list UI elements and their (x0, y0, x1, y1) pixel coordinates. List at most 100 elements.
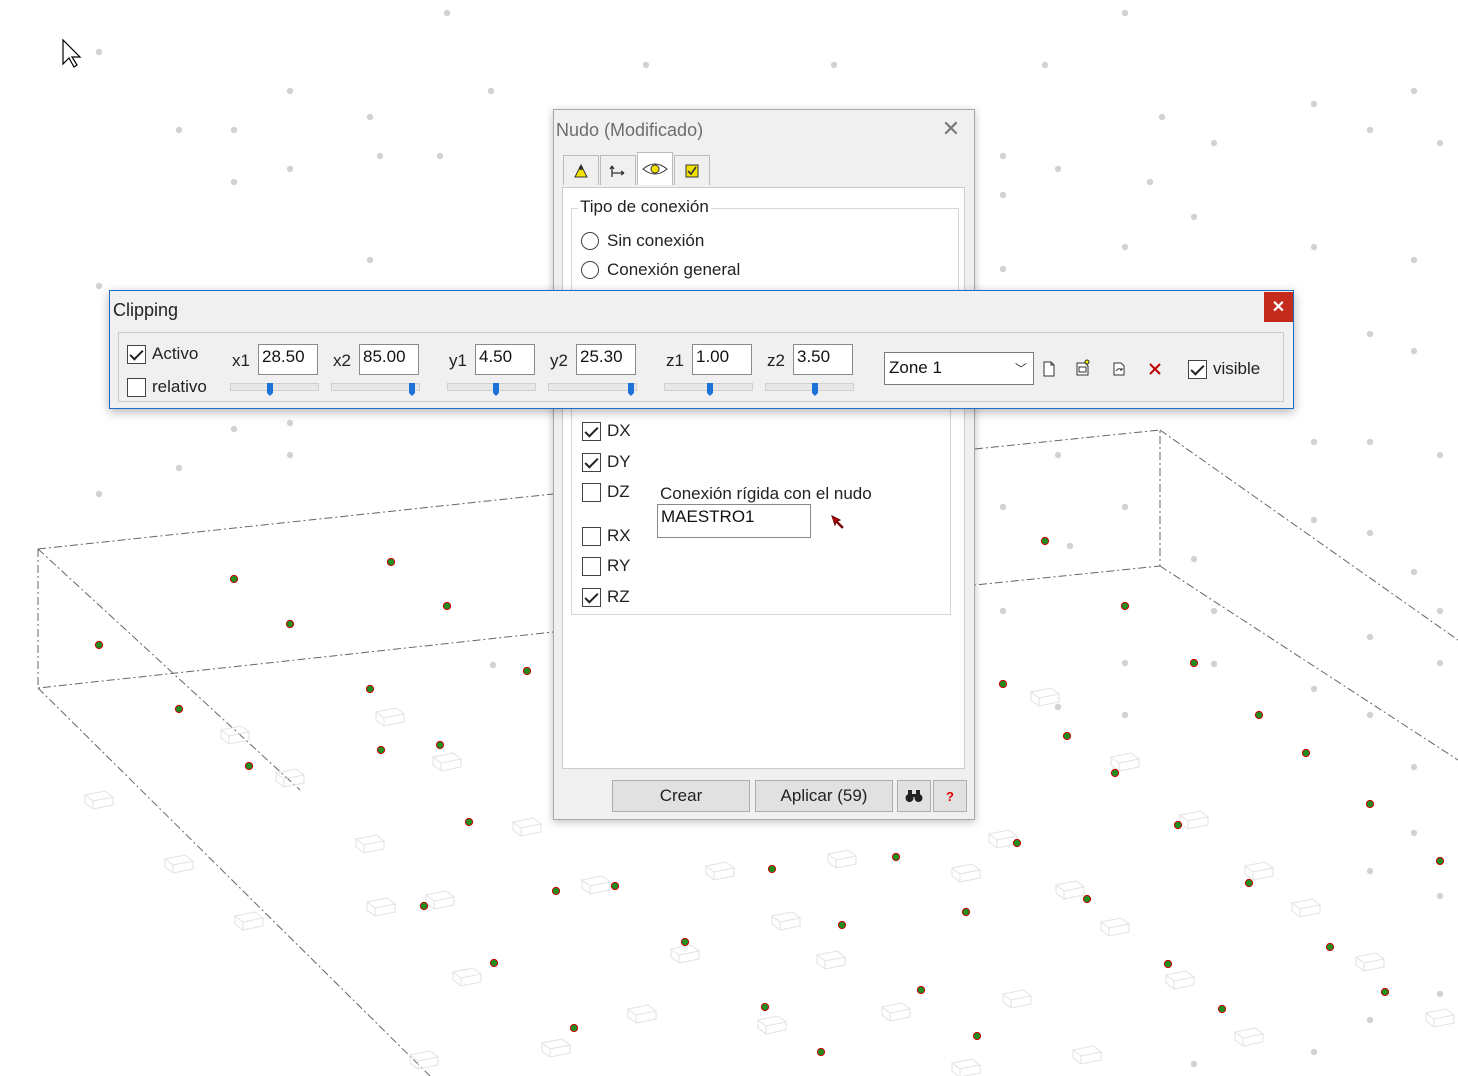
model-node (1120, 601, 1130, 611)
checkbox-activo[interactable]: Activo (127, 344, 198, 364)
connection-eye-icon (642, 163, 668, 175)
radio-sin-conexion[interactable]: Sin conexión (581, 231, 704, 251)
edit-zone-button[interactable] (1072, 357, 1094, 379)
grid-dot (1054, 451, 1062, 459)
model-node (1012, 838, 1022, 848)
support-box (1424, 1008, 1456, 1028)
support-box (451, 967, 483, 987)
grid-dot (1410, 87, 1418, 95)
model-node (1082, 894, 1092, 904)
grid-dot (1410, 829, 1418, 837)
grid-dot (230, 425, 238, 433)
support-box (83, 790, 115, 810)
grid-dot (1436, 892, 1444, 900)
y2-slider[interactable] (548, 383, 637, 396)
tab-options[interactable] (674, 155, 710, 185)
tab-axes[interactable] (600, 155, 636, 185)
aplicar-button[interactable]: Aplicar (59) (755, 780, 893, 812)
support-box (770, 911, 802, 931)
master-node-input[interactable]: MAESTRO1 (657, 504, 811, 538)
support-box (219, 725, 251, 745)
z1-input[interactable]: 1.00 (692, 344, 752, 375)
checkbox-rx[interactable]: RX (582, 526, 631, 546)
group-title: Tipo de conexión (578, 197, 711, 217)
z1-label: z1 (666, 351, 684, 370)
model-node (767, 864, 777, 874)
refresh-zone-button[interactable] (1108, 358, 1130, 380)
clipping-dialog: Clipping ✕ Activo relativo x1 28.50 x2 8… (109, 290, 1294, 409)
tab-connection[interactable] (637, 152, 673, 185)
grid-dot (1121, 711, 1129, 719)
grid-dot (1310, 243, 1318, 251)
support-box (669, 944, 701, 964)
z2-input[interactable]: 3.50 (793, 344, 853, 375)
y2-input[interactable]: 25.30 (576, 344, 636, 375)
grid-dot (1410, 568, 1418, 576)
slider-thumb[interactable] (812, 383, 818, 396)
support-box (1354, 952, 1386, 972)
x2-label: x2 (333, 351, 351, 370)
close-icon: ✕ (1271, 299, 1286, 316)
pick-node-icon[interactable] (830, 514, 846, 530)
grid-dot (1310, 685, 1318, 693)
radio-label: Conexión general (607, 260, 741, 279)
tab-support[interactable] (563, 155, 599, 185)
close-button[interactable]: ✕ (1264, 292, 1293, 322)
y1-input[interactable]: 4.50 (475, 344, 535, 375)
checkbox-rz[interactable]: RZ (582, 587, 630, 607)
grid-dot (999, 265, 1007, 273)
model-node (365, 684, 375, 694)
clipping-panel: Activo relativo x1 28.50 x2 85.00 y1 4.5… (118, 332, 1284, 402)
grid-dot (1054, 703, 1062, 711)
model-node (244, 761, 254, 771)
delete-zone-button[interactable] (1144, 358, 1166, 380)
crear-button[interactable]: Crear (612, 780, 750, 812)
help-icon: ? (946, 788, 954, 804)
checkbox-dy[interactable]: DY (582, 452, 631, 472)
new-zone-button[interactable] (1038, 358, 1060, 380)
help-button[interactable]: ? (933, 780, 967, 812)
model-node (1244, 878, 1254, 888)
zone-select[interactable]: Zone 1 ﹀ (884, 352, 1034, 385)
checkbox-label: Activo (152, 344, 199, 363)
x1-input[interactable]: 28.50 (258, 344, 318, 375)
z2-slider[interactable] (765, 383, 854, 396)
checkbox-dx[interactable]: DX (582, 421, 631, 441)
model-node (285, 619, 295, 629)
z1-slider[interactable] (664, 383, 753, 396)
slider-thumb[interactable] (628, 383, 634, 396)
checkbox-dz[interactable]: DZ (582, 482, 630, 502)
x2-input[interactable]: 85.00 (359, 344, 419, 375)
slider-thumb[interactable] (409, 383, 415, 396)
model-node (1163, 959, 1173, 969)
slider-thumb[interactable] (267, 383, 273, 396)
mouse-cursor-icon (62, 38, 82, 68)
support-box (1164, 970, 1196, 990)
checkbox-relativo[interactable]: relativo (127, 377, 207, 397)
close-icon[interactable]: ✕ (940, 118, 962, 140)
grid-dot (95, 48, 103, 56)
grid-dot (1436, 990, 1444, 998)
slider-thumb[interactable] (707, 383, 713, 396)
tab-strip (563, 152, 711, 187)
radio-conexion-general[interactable]: Conexión general (581, 260, 740, 280)
support-box (815, 950, 847, 970)
support-box (431, 752, 463, 772)
x1-slider[interactable] (230, 383, 319, 396)
find-button[interactable] (897, 780, 931, 812)
grid-dot (1121, 503, 1129, 511)
support-box (756, 1015, 788, 1035)
grid-dot (999, 152, 1007, 160)
x1-label: x1 (232, 351, 250, 370)
support-box (1290, 898, 1322, 918)
axes-icon (609, 165, 625, 177)
tab-pane-connection: Tipo de conexión Sin conexión Conexión g… (562, 187, 965, 769)
model-node (1380, 987, 1390, 997)
support-box (274, 768, 306, 788)
checkbox-ry[interactable]: RY (582, 556, 630, 576)
slider-thumb[interactable] (493, 383, 499, 396)
x2-slider[interactable] (331, 383, 420, 396)
checkbox-visible[interactable]: visible (1188, 359, 1260, 379)
y1-slider[interactable] (447, 383, 536, 396)
grid-dot (175, 464, 183, 472)
